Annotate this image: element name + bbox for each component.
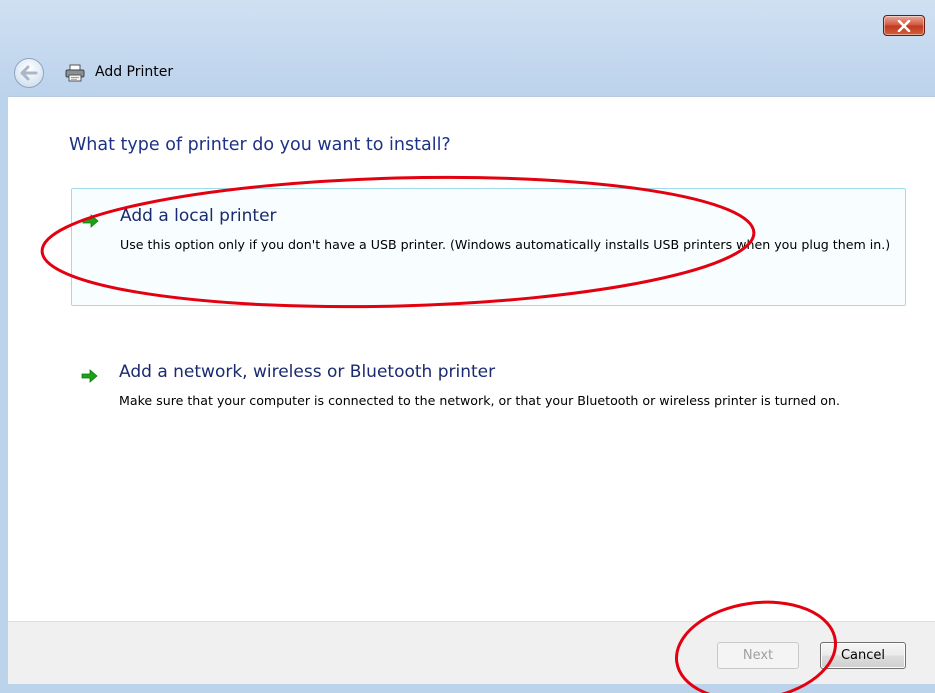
back-button[interactable]	[14, 58, 44, 88]
option-add-network-printer[interactable]: Add a network, wireless or Bluetooth pri…	[71, 351, 906, 451]
close-button[interactable]	[883, 15, 925, 36]
printer-icon	[65, 64, 85, 82]
green-arrow-icon	[81, 369, 98, 383]
back-arrow-icon	[20, 65, 38, 81]
option-title: Add a network, wireless or Bluetooth pri…	[119, 362, 496, 382]
title-bar	[0, 0, 935, 42]
option-description: Use this option only if you don't have a…	[120, 237, 891, 252]
wizard-title: Add Printer	[95, 64, 174, 80]
page-question: What type of printer do you want to inst…	[69, 135, 451, 155]
wizard-footer: Next Cancel	[8, 621, 935, 684]
option-title: Add a local printer	[120, 206, 277, 226]
next-button[interactable]: Next	[717, 642, 799, 669]
green-arrow-icon	[82, 214, 99, 228]
close-icon	[897, 19, 911, 32]
cancel-button[interactable]: Cancel	[820, 642, 906, 669]
option-add-local-printer[interactable]: Add a local printer Use this option only…	[71, 188, 906, 306]
add-printer-window: Add Printer What type of printer do you …	[0, 0, 935, 693]
option-description: Make sure that your computer is connecte…	[119, 393, 840, 408]
wizard-header: Add Printer	[0, 50, 935, 96]
wizard-content: What type of printer do you want to inst…	[8, 96, 935, 621]
